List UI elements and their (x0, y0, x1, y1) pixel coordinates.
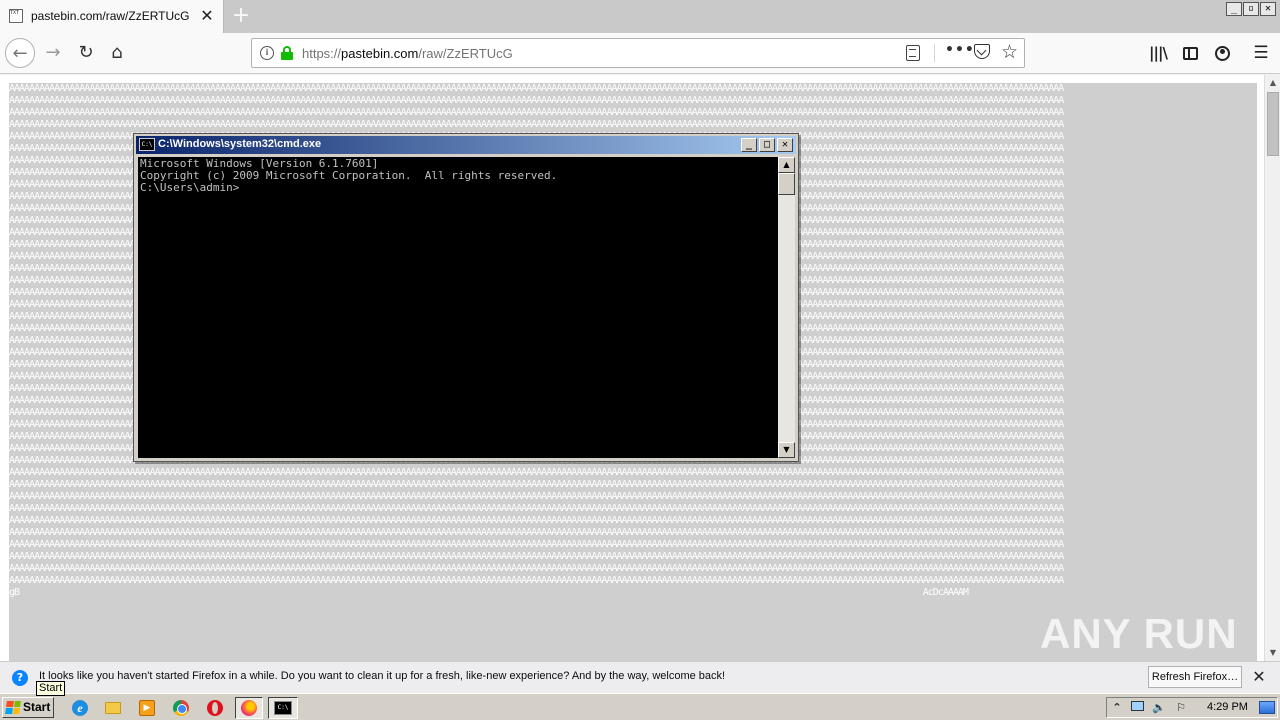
hamburger-menu-icon[interactable]: ☰ (1249, 41, 1273, 65)
url-scheme: https:// (302, 46, 342, 61)
notification-text: It looks like you haven't started Firefo… (39, 670, 726, 682)
url-host: pastebin.com (341, 46, 419, 61)
back-button[interactable]: ← (5, 38, 35, 68)
action-center-flag-icon[interactable]: ⚐ (1173, 701, 1189, 715)
cmd-taskbar-icon: C:\ (274, 701, 292, 715)
page-scrollbar[interactable]: ▲ ▼ (1264, 75, 1280, 661)
window-minimize-button[interactable]: _ (1226, 2, 1242, 16)
opera-icon[interactable] (203, 697, 227, 719)
start-label: Start (23, 700, 51, 714)
system-tray: ⌃ 🔈 ⚐ 4:29 PM (1106, 697, 1278, 718)
navigation-toolbar: ← → ↻ ⌂ i https://pastebin.com/raw/ZzERT… (0, 33, 1280, 74)
forward-button[interactable]: → (38, 38, 68, 68)
cmd-console[interactable]: Microsoft Windows [Version 6.1.7601] Copy… (138, 157, 778, 458)
cmd-maximize-button[interactable]: □ (759, 138, 775, 152)
notification-close-icon[interactable]: ✕ (1250, 667, 1268, 687)
volume-icon[interactable]: 🔈 (1151, 701, 1167, 715)
tab-pastebin[interactable]: TXT pastebin.com/raw/ZzERTUcG ✕ (0, 0, 224, 33)
taskbar: Start e ▶ C:\ ⌃ 🔈 ⚐ 4:29 PM (0, 693, 1280, 720)
start-button[interactable]: Start (2, 697, 54, 718)
cmd-window[interactable]: C:\ C:\Windows\system32\cmd.exe _ □ ✕ Mi… (133, 133, 799, 462)
anyrun-watermark: ANY RUN (1040, 610, 1238, 657)
clock[interactable]: 4:29 PM (1207, 701, 1248, 713)
refresh-firefox-button[interactable]: Refresh Firefox… (1148, 666, 1242, 688)
lock-icon[interactable] (281, 46, 293, 60)
network-icon[interactable] (1129, 701, 1145, 715)
firefox-icon (241, 700, 257, 716)
window-controls: _ ▫ ✕ (1226, 2, 1276, 16)
cmd-icon[interactable]: C:\ (139, 138, 155, 151)
cmd-titlebar[interactable]: C:\ C:\Windows\system32\cmd.exe _ □ ✕ (136, 136, 796, 154)
home-button[interactable]: ⌂ (102, 38, 132, 68)
tab-strip: TXT pastebin.com/raw/ZzERTUcG ✕ + _ ▫ ✕ (0, 0, 1280, 33)
cmd-minimize-button[interactable]: _ (741, 138, 757, 152)
page-scroll-thumb[interactable] (1267, 92, 1279, 156)
console-prompt: C:\Users\admin> (140, 181, 240, 194)
window-close-button[interactable]: ✕ (1260, 2, 1276, 16)
help-icon: ? (12, 670, 28, 686)
new-tab-button[interactable]: + (230, 4, 252, 28)
sidebar-icon[interactable] (1178, 41, 1202, 65)
internet-explorer-icon[interactable]: e (68, 697, 92, 719)
cmd-scrollbar[interactable]: ▲ ▼ (778, 157, 795, 458)
tray-expand-icon[interactable]: ⌃ (1109, 701, 1125, 715)
account-icon[interactable] (1210, 41, 1234, 65)
notification-bar: ? It looks like you haven't started Fire… (0, 661, 1280, 693)
site-info-icon[interactable]: i (260, 46, 274, 60)
url-text[interactable]: https://pastebin.com/raw/ZzERTUcG (302, 46, 513, 61)
library-icon[interactable]: |||\ (1146, 41, 1170, 65)
tab-title: pastebin.com/raw/ZzERTUcG (31, 9, 190, 23)
cmd-title: C:\Windows\system32\cmd.exe (158, 138, 322, 150)
cmd-scroll-down-icon[interactable]: ▼ (778, 442, 795, 458)
firefox-taskbar-button[interactable] (235, 697, 263, 719)
url-bar-divider (934, 44, 935, 62)
page-favicon-icon: TXT (9, 9, 23, 23)
page-actions-icon[interactable]: ••• (945, 42, 975, 58)
scroll-up-arrow-icon[interactable]: ▲ (1265, 75, 1280, 91)
cmd-scroll-up-icon[interactable]: ▲ (778, 157, 795, 173)
url-path: /raw/ZzERTUcG (418, 46, 513, 61)
url-bar[interactable]: i https://pastebin.com/raw/ZzERTUcG ••• … (251, 38, 1025, 68)
cmd-scroll-thumb[interactable] (778, 173, 795, 195)
chrome-icon[interactable] (169, 697, 193, 719)
start-tooltip: Start (36, 681, 66, 696)
cmd-close-button[interactable]: ✕ (777, 138, 793, 152)
cmd-taskbar-button[interactable]: C:\ (268, 697, 298, 719)
media-player-icon[interactable]: ▶ (135, 697, 159, 719)
bookmark-star-icon[interactable]: ☆ (1001, 41, 1018, 63)
scroll-down-arrow-icon[interactable]: ▼ (1265, 645, 1280, 661)
tab-close-icon[interactable]: ✕ (198, 6, 216, 26)
window-restore-button[interactable]: ▫ (1243, 2, 1259, 16)
pocket-icon[interactable] (974, 44, 990, 59)
show-desktop-icon[interactable] (1259, 701, 1275, 714)
windows-logo-icon (5, 701, 21, 714)
file-explorer-icon[interactable] (101, 697, 125, 719)
reader-view-icon[interactable] (906, 45, 920, 61)
reload-button[interactable]: ↻ (71, 38, 101, 68)
cmd-window-controls: _ □ ✕ (741, 138, 793, 152)
